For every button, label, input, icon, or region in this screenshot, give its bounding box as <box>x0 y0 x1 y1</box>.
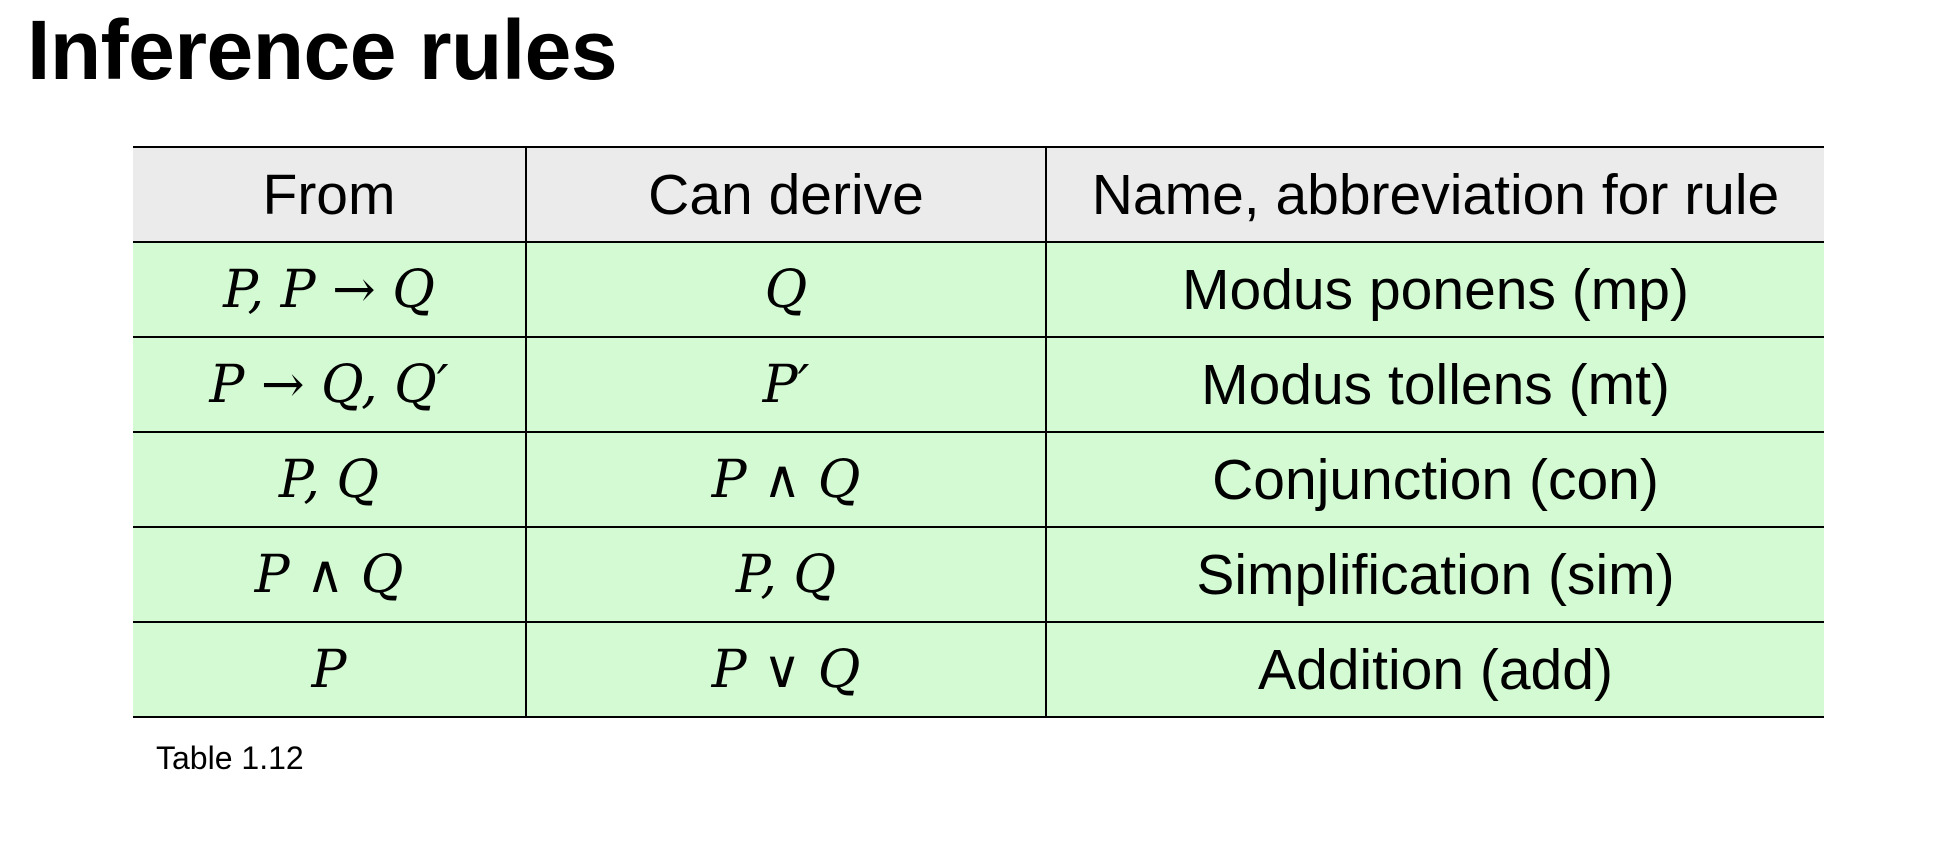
inference-rules-table: From Can derive Name, abbreviation for r… <box>133 146 1824 718</box>
cell-rule-name: Modus ponens (mp) <box>1045 241 1824 338</box>
table-row: P → Q, Q′ P′ Modus tollens (mt) <box>133 336 1824 433</box>
cell-from: P, P → Q <box>133 241 526 338</box>
cell-rule-name: Conjunction (con) <box>1045 431 1824 528</box>
header-row: From Can derive Name, abbreviation for r… <box>133 146 1824 243</box>
table-body: P, P → Q Q Modus ponens (mp) P → Q, Q′ P… <box>133 241 1824 718</box>
cell-from: P → Q, Q′ <box>133 336 526 433</box>
cell-can-derive: P, Q <box>525 526 1046 623</box>
table-row: P, Q P ∧ Q Conjunction (con) <box>133 431 1824 528</box>
cell-can-derive: P ∧ Q <box>525 431 1046 528</box>
column-header-rule-name: Name, abbreviation for rule <box>1045 146 1824 243</box>
cell-can-derive: P ∨ Q <box>525 621 1046 718</box>
page-title: Inference rules <box>27 3 618 97</box>
cell-rule-name: Simplification (sim) <box>1045 526 1824 623</box>
column-header-can-derive: Can derive <box>525 146 1046 243</box>
table-row: P ∧ Q P, Q Simplification (sim) <box>133 526 1824 623</box>
table-row: P P ∨ Q Addition (add) <box>133 621 1824 718</box>
cell-can-derive: P′ <box>525 336 1046 433</box>
cell-can-derive: Q <box>525 241 1046 338</box>
table-caption: Table 1.12 <box>156 740 304 776</box>
table-row: P, P → Q Q Modus ponens (mp) <box>133 241 1824 338</box>
cell-rule-name: Modus tollens (mt) <box>1045 336 1824 433</box>
cell-rule-name: Addition (add) <box>1045 621 1824 718</box>
column-header-from: From <box>133 146 526 243</box>
cell-from: P <box>133 621 526 718</box>
cell-from: P, Q <box>133 431 526 528</box>
cell-from: P ∧ Q <box>133 526 526 623</box>
table-header: From Can derive Name, abbreviation for r… <box>133 146 1824 243</box>
